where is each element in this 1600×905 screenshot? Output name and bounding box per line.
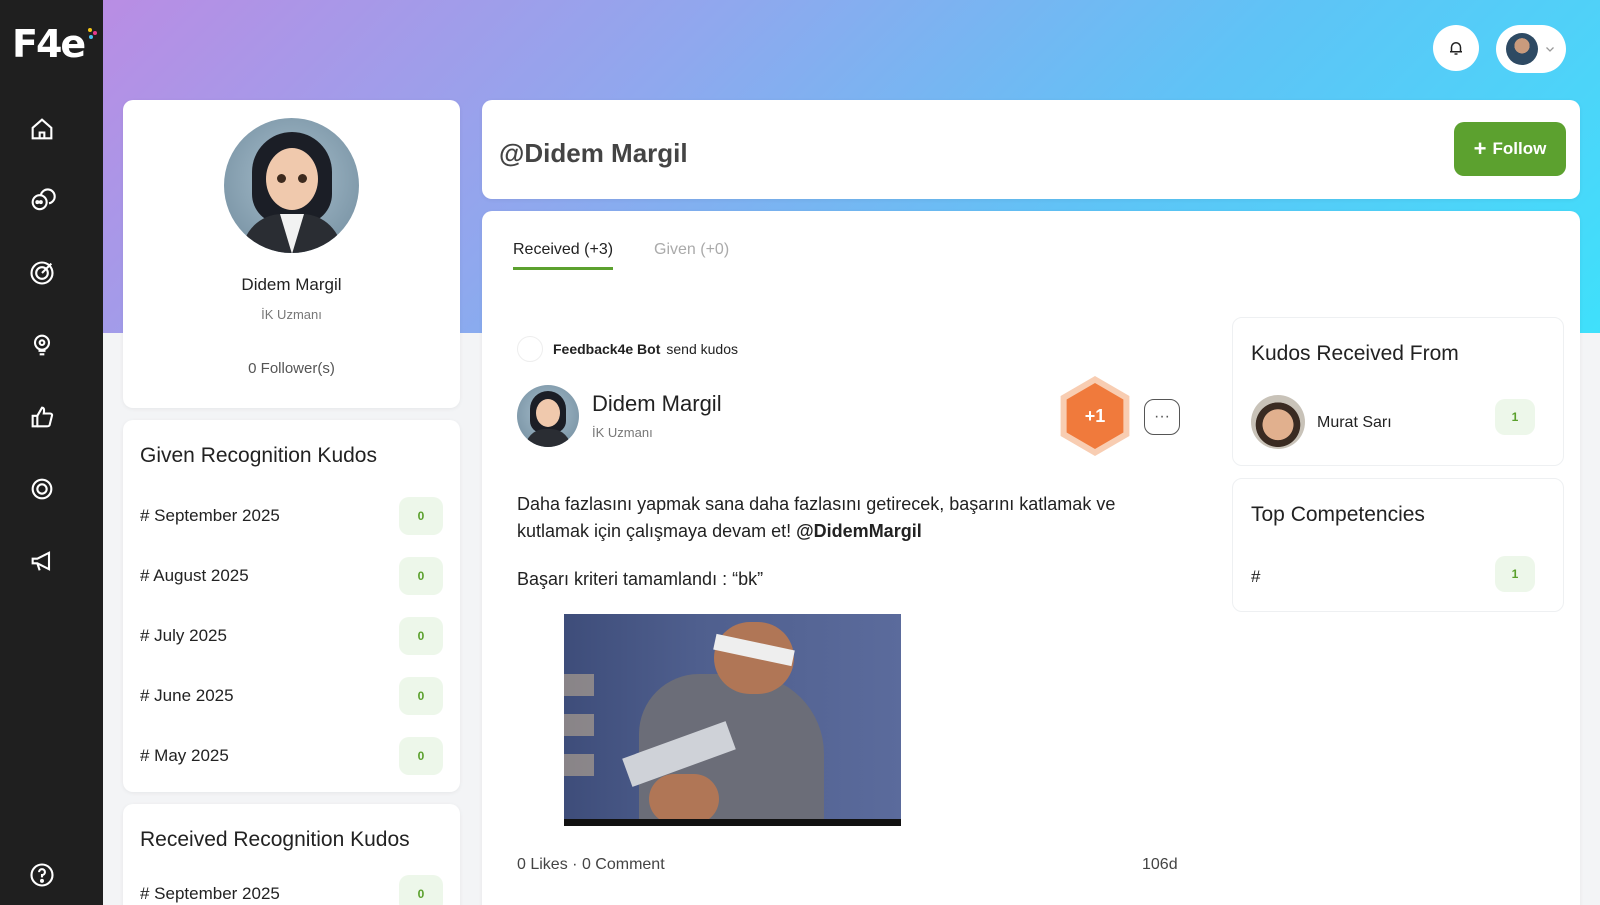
comments-count[interactable]: 0 Comment	[582, 856, 665, 873]
home-icon[interactable]	[27, 114, 57, 144]
post-message: Daha fazlasını yapmak sana daha fazlasın…	[517, 494, 1116, 541]
profile-role: İK Uzmanı	[261, 307, 322, 322]
bot-name[interactable]: Feedback4e Bot	[553, 341, 660, 357]
count-badge: 0	[399, 617, 443, 655]
thumbs-up-icon[interactable]	[27, 402, 57, 432]
target-icon[interactable]	[27, 258, 57, 288]
count-badge: 1	[1495, 399, 1535, 435]
bell-icon	[1450, 42, 1462, 55]
count-badge: 0	[399, 737, 443, 775]
author-role: İK Uzmanı	[592, 425, 653, 440]
sender-avatar[interactable]	[1251, 395, 1305, 449]
top-competencies-card: Top Competencies # 1	[1232, 478, 1564, 612]
plus-icon: +	[1473, 136, 1487, 161]
logo-text: F4e	[12, 22, 86, 66]
post-criteria: Başarı kriteri tamamlandı : “bk”	[517, 569, 764, 589]
given-recognition-title: Given Recognition Kudos	[140, 444, 377, 467]
count-badge: 0	[399, 875, 443, 905]
post-age: 106d	[1142, 856, 1178, 873]
user-avatar	[1506, 33, 1538, 65]
likes-count[interactable]: 0 Likes	[517, 856, 568, 873]
notification-button[interactable]	[1433, 25, 1479, 71]
author-avatar[interactable]	[517, 385, 579, 447]
count-badge: 0	[399, 557, 443, 595]
profile-avatar	[224, 118, 359, 253]
megaphone-icon[interactable]	[27, 546, 57, 576]
sidebar: F4e	[0, 0, 103, 905]
list-item[interactable]: # May 2025 0	[140, 737, 443, 775]
received-recognition-title: Received Recognition Kudos	[140, 828, 410, 851]
competency-label: #	[1251, 567, 1261, 586]
chevron-down-icon	[1546, 47, 1554, 52]
user-menu-button[interactable]	[1496, 25, 1566, 73]
count-badge: 0	[399, 677, 443, 715]
gear-icon[interactable]	[27, 474, 57, 504]
count-badge: 0	[399, 497, 443, 535]
post-stats: 0 Likes · 0 Comment	[517, 856, 665, 873]
list-item[interactable]: # June 2025 0	[140, 677, 443, 715]
kudos-received-from-card: Kudos Received From Murat Sarı 1	[1232, 317, 1564, 466]
chat-icon[interactable]	[27, 186, 57, 216]
kudos-from-title: Kudos Received From	[1251, 342, 1459, 365]
list-item[interactable]: # August 2025 0	[140, 557, 443, 595]
ellipsis-icon: ···	[1154, 408, 1170, 425]
follower-count[interactable]: 0 Follower(s)	[123, 360, 460, 377]
profile-card: Didem Margil İK Uzmanı 0 Follower(s)	[123, 100, 460, 408]
tab-received[interactable]: Received (+3)	[513, 241, 614, 270]
list-item[interactable]: # July 2025 0	[140, 617, 443, 655]
received-recognition-card: Received Recognition Kudos # September 2…	[123, 804, 460, 905]
app-logo[interactable]: F4e	[12, 22, 98, 66]
more-options-button[interactable]: ···	[1144, 399, 1180, 435]
sender-name[interactable]: Murat Sarı	[1317, 414, 1392, 432]
follow-button[interactable]: + Follow	[1454, 122, 1566, 176]
given-recognition-card: Given Recognition Kudos # September 2025…	[123, 420, 460, 792]
count-badge: 1	[1495, 556, 1535, 592]
tab-given[interactable]: Given (+0)	[654, 241, 729, 267]
logo-dots	[88, 28, 98, 39]
post-gif[interactable]	[564, 614, 901, 826]
list-item[interactable]: # September 2025 0	[140, 497, 443, 535]
author-name[interactable]: Didem Margil	[592, 391, 722, 417]
list-item[interactable]: # September 2025 0	[140, 875, 443, 905]
bot-avatar	[517, 336, 543, 362]
mention-link[interactable]: @DidemMargil	[796, 521, 922, 541]
profile-header: @Didem Margil + Follow	[482, 100, 1580, 199]
user-handle: @Didem Margil	[499, 138, 688, 168]
help-icon[interactable]	[27, 860, 57, 890]
top-competencies-title: Top Competencies	[1251, 503, 1425, 526]
bulb-icon[interactable]	[27, 330, 57, 360]
profile-name: Didem Margil	[241, 275, 342, 294]
post-source: Feedback4e Bot send kudos	[517, 336, 738, 362]
